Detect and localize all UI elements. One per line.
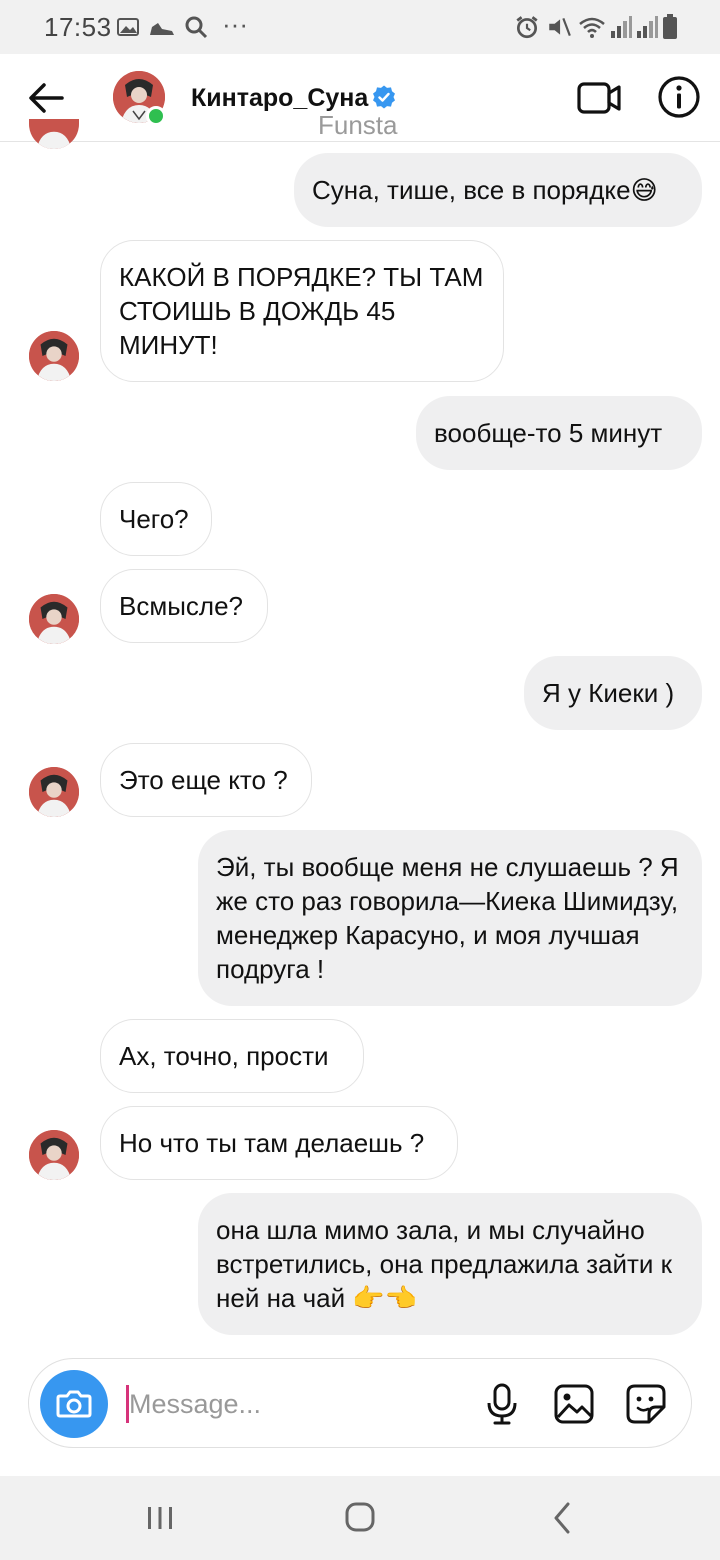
avatar-picture	[29, 119, 79, 149]
avatar-picture	[29, 594, 79, 644]
chat-header: Кинтаро_Суна Funsta	[0, 54, 720, 142]
contact-name[interactable]: Кинтаро_Суна	[191, 84, 368, 113]
contact-subtitle: Funsta	[318, 110, 398, 140]
search-notification-icon	[185, 16, 208, 39]
message-text: КАКОЙ В ПОРЯДКЕ? ТЫ ТАМ СТОИШЬ В ДОЖДЬ 4…	[119, 262, 484, 360]
message-incoming[interactable]: Но что ты там делаешь ?	[100, 1106, 458, 1180]
message-text: Это еще кто ?	[119, 765, 288, 795]
sticker-icon[interactable]	[623, 1381, 669, 1427]
message-text: вообще-то 5 минут	[434, 418, 663, 448]
message-text: Я у Киеки )	[542, 678, 675, 708]
battery-icon	[663, 14, 677, 39]
back-arrow-icon[interactable]	[24, 76, 68, 120]
avatar-picture	[29, 1130, 79, 1180]
message-incoming[interactable]: Ах, точно, прости	[100, 1019, 364, 1093]
sneaker-notification-icon	[150, 23, 174, 35]
message-text: Ах, точно, прости	[119, 1041, 329, 1071]
system-navigation-bar	[0, 1476, 720, 1560]
message-thread[interactable]: Суна, тише, все в порядке😅 КАКОЙ В ПОРЯД…	[0, 119, 720, 1353]
message-text: Всмысле?	[119, 591, 243, 621]
sender-avatar[interactable]	[29, 767, 79, 817]
avatar-picture	[29, 767, 79, 817]
status-time: 17:53	[44, 12, 112, 42]
microphone-icon[interactable]	[479, 1381, 525, 1427]
home-icon[interactable]	[335, 1496, 385, 1540]
message-incoming[interactable]: Чего?	[100, 482, 212, 556]
alarm-icon	[516, 16, 538, 39]
sender-avatar[interactable]	[29, 1130, 79, 1180]
message-text: Эй, ты вообще меня не слушаешь ? Я же ст…	[216, 852, 679, 984]
status-bar: 17:53 ···	[0, 0, 720, 54]
message-incoming[interactable]: Всмысле?	[100, 569, 268, 643]
camera-icon	[56, 1390, 92, 1418]
message-composer	[28, 1358, 692, 1448]
message-outgoing[interactable]: она шла мимо зала, и мы случайно встрети…	[198, 1193, 702, 1335]
message-outgoing[interactable]: Эй, ты вообще меня не слушаешь ? Я же ст…	[198, 830, 702, 1006]
message-text: она шла мимо зала, и мы случайно встрети…	[216, 1215, 673, 1313]
message-outgoing[interactable]: Суна, тише, все в порядке😅	[294, 153, 702, 227]
message-input[interactable]	[129, 1383, 459, 1425]
verified-badge-icon	[373, 85, 395, 109]
message-text: Суна, тише, все в порядке😅	[312, 175, 658, 205]
message-outgoing[interactable]: вообще-то 5 минут	[416, 396, 702, 470]
more-notifications-icon: ···	[222, 9, 248, 39]
signal-icon-1	[611, 16, 632, 38]
online-status-dot	[146, 106, 166, 126]
video-call-icon[interactable]	[576, 78, 622, 118]
camera-button[interactable]	[40, 1370, 108, 1438]
info-icon[interactable]	[656, 74, 702, 120]
message-incoming[interactable]: Это еще кто ?	[100, 743, 312, 817]
recent-apps-icon[interactable]	[135, 1496, 185, 1540]
avatar-partial	[29, 119, 79, 149]
gallery-notification-icon	[117, 18, 139, 36]
message-incoming[interactable]: КАКОЙ В ПОРЯДКЕ? ТЫ ТАМ СТОИШЬ В ДОЖДЬ 4…	[100, 240, 504, 382]
message-outgoing[interactable]: Я у Киеки )	[524, 656, 702, 730]
signal-icon-2	[637, 16, 658, 38]
wifi-icon	[579, 17, 605, 38]
sender-avatar[interactable]	[29, 331, 79, 381]
avatar-picture	[29, 331, 79, 381]
back-icon[interactable]	[538, 1496, 588, 1540]
message-text: Но что ты там делаешь ?	[119, 1128, 425, 1158]
gallery-icon[interactable]	[551, 1381, 597, 1427]
mute-icon	[549, 17, 571, 37]
sender-avatar[interactable]	[29, 594, 79, 644]
message-text: Чего?	[119, 504, 189, 534]
